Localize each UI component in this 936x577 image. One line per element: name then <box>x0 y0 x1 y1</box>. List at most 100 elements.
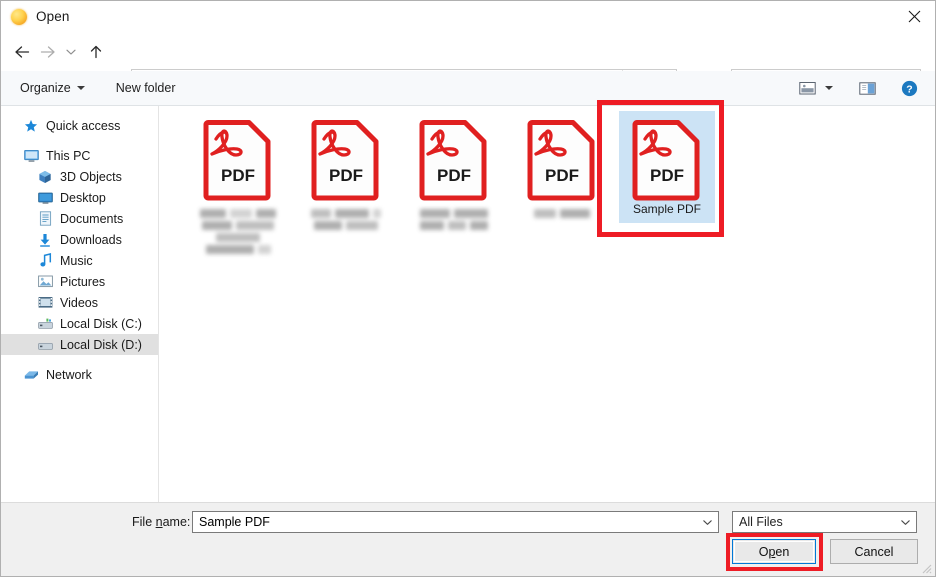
sidebar-label: 3D Objects <box>60 169 122 184</box>
resize-grip[interactable] <box>919 561 932 574</box>
sidebar-label: Network <box>46 367 92 382</box>
svg-text:PDF: PDF <box>545 166 579 185</box>
sidebar-item-local-disk-c[interactable]: Local Disk (C:) <box>1 313 158 334</box>
list-item[interactable]: PDF <box>184 111 292 254</box>
list-item[interactable]: PDF <box>400 111 508 230</box>
pdf-file-icon: PDF <box>311 120 379 201</box>
sidebar-item-videos[interactable]: Videos <box>1 292 158 313</box>
open-button[interactable]: Open <box>732 539 816 564</box>
svg-text:PDF: PDF <box>329 166 363 185</box>
drive-icon <box>37 337 53 353</box>
back-arrow-icon <box>15 45 30 58</box>
up-arrow-icon <box>90 45 102 58</box>
file-type-dropdown-button[interactable] <box>894 512 916 532</box>
sidebar-item-desktop[interactable]: Desktop <box>1 187 158 208</box>
sidebar-item-3d-objects[interactable]: 3D Objects <box>1 166 158 187</box>
sidebar-item-music[interactable]: Music <box>1 250 158 271</box>
svg-text:PDF: PDF <box>650 166 684 185</box>
sidebar-item-downloads[interactable]: Downloads <box>1 229 158 250</box>
file-type-value: All Files <box>739 515 783 529</box>
close-icon <box>908 10 920 22</box>
sidebar-label: Desktop <box>60 190 106 205</box>
desktop-icon <box>37 190 53 206</box>
list-item[interactable]: PDF <box>292 111 400 230</box>
recent-locations-button[interactable] <box>61 39 81 65</box>
file-thumbnail: PDF <box>514 111 610 205</box>
sidebar-label: Pictures <box>60 274 106 289</box>
sidebar-label: Local Disk (D:) <box>60 337 142 352</box>
window-title: Open <box>36 9 70 24</box>
videos-icon <box>37 295 53 311</box>
up-button[interactable] <box>83 39 109 65</box>
file-type-select[interactable]: All Files <box>732 511 917 533</box>
monitor-icon <box>23 148 39 164</box>
sidebar-item-network[interactable]: Network <box>1 364 158 385</box>
file-name-label: File name: <box>132 515 191 529</box>
open-file-dialog: Open Organize New folder ? Quick access … <box>0 0 936 577</box>
sidebar-item-documents[interactable]: Documents <box>1 208 158 229</box>
file-thumbnail: PDF <box>298 111 394 205</box>
open-label: Open <box>758 544 790 559</box>
sidebar-label: Downloads <box>60 232 122 247</box>
sidebar-label: Music <box>60 253 93 268</box>
file-name-redacted <box>200 209 276 254</box>
sidebar-label: Quick access <box>46 118 121 133</box>
view-mode-dropdown-button[interactable] <box>821 76 837 100</box>
chevron-down-icon <box>702 519 712 525</box>
sidebar-item-this-pc[interactable]: This PC <box>1 145 158 166</box>
list-item-selected[interactable]: PDF Sample PDF <box>613 111 721 223</box>
file-thumbnail: PDF Sample PDF <box>619 111 715 223</box>
cancel-label: Cancel <box>854 544 894 559</box>
navigation-bar: This PC › Local Disk (D:) › PDF <box>1 32 935 95</box>
new-folder-button[interactable]: New folder <box>109 76 183 100</box>
file-name-dropdown-button[interactable] <box>696 512 718 532</box>
help-icon: ? <box>901 80 917 96</box>
chevron-down-icon <box>66 49 76 55</box>
forward-arrow-icon <box>40 45 55 58</box>
sidebar-label: Local Disk (C:) <box>60 316 142 331</box>
file-name-value: Sample PDF <box>199 515 270 529</box>
sidebar-label: Videos <box>60 295 98 310</box>
help-button[interactable]: ? <box>895 76 923 100</box>
command-toolbar: Organize New folder ? <box>1 71 935 106</box>
view-mode-button[interactable] <box>793 76 821 100</box>
toolbar-right-group: ? <box>793 76 935 100</box>
pdf-file-icon: PDF <box>203 120 271 201</box>
file-name-redacted <box>534 209 590 218</box>
chevron-down-icon <box>900 519 910 525</box>
file-thumbnail: PDF <box>190 111 286 205</box>
title-bar: Open <box>1 1 935 32</box>
documents-icon <box>37 211 53 227</box>
preview-pane-button[interactable] <box>853 76 881 100</box>
music-note-icon <box>37 253 53 269</box>
chevron-down-icon <box>76 86 85 90</box>
sidebar-item-local-disk-d[interactable]: Local Disk (D:) <box>1 334 158 355</box>
sidebar-label: This PC <box>46 148 91 163</box>
file-thumbnail: PDF <box>406 111 502 205</box>
svg-text:PDF: PDF <box>221 166 255 185</box>
pdf-file-icon: PDF <box>419 120 487 201</box>
file-name-redacted <box>311 209 381 230</box>
back-button[interactable] <box>9 39 35 65</box>
file-name-redacted <box>420 209 488 230</box>
file-list-view[interactable]: PDF PDF PDF PDF PDF Sample PDF <box>160 106 935 502</box>
organize-label: Organize <box>20 81 71 95</box>
list-item[interactable]: PDF <box>508 111 616 218</box>
sidebar-item-pictures[interactable]: Pictures <box>1 271 158 292</box>
star-icon <box>23 118 39 134</box>
file-name-input[interactable]: Sample PDF <box>192 511 719 533</box>
forward-button[interactable] <box>35 39 61 65</box>
cancel-button[interactable]: Cancel <box>830 539 918 564</box>
sidebar-label: Documents <box>60 211 124 226</box>
pdf-file-icon: PDF <box>632 120 700 201</box>
svg-text:?: ? <box>906 83 912 95</box>
navigation-pane: Quick access This PC 3D Objects Desktop … <box>1 106 159 502</box>
network-icon <box>23 367 39 383</box>
organize-button[interactable]: Organize <box>13 76 92 100</box>
system-drive-icon <box>37 316 53 332</box>
preview-pane-icon <box>858 81 876 95</box>
3d-objects-icon <box>37 169 53 185</box>
file-name: Sample PDF <box>632 202 702 216</box>
close-button[interactable] <box>891 1 935 31</box>
sidebar-item-quick-access[interactable]: Quick access <box>1 115 158 136</box>
